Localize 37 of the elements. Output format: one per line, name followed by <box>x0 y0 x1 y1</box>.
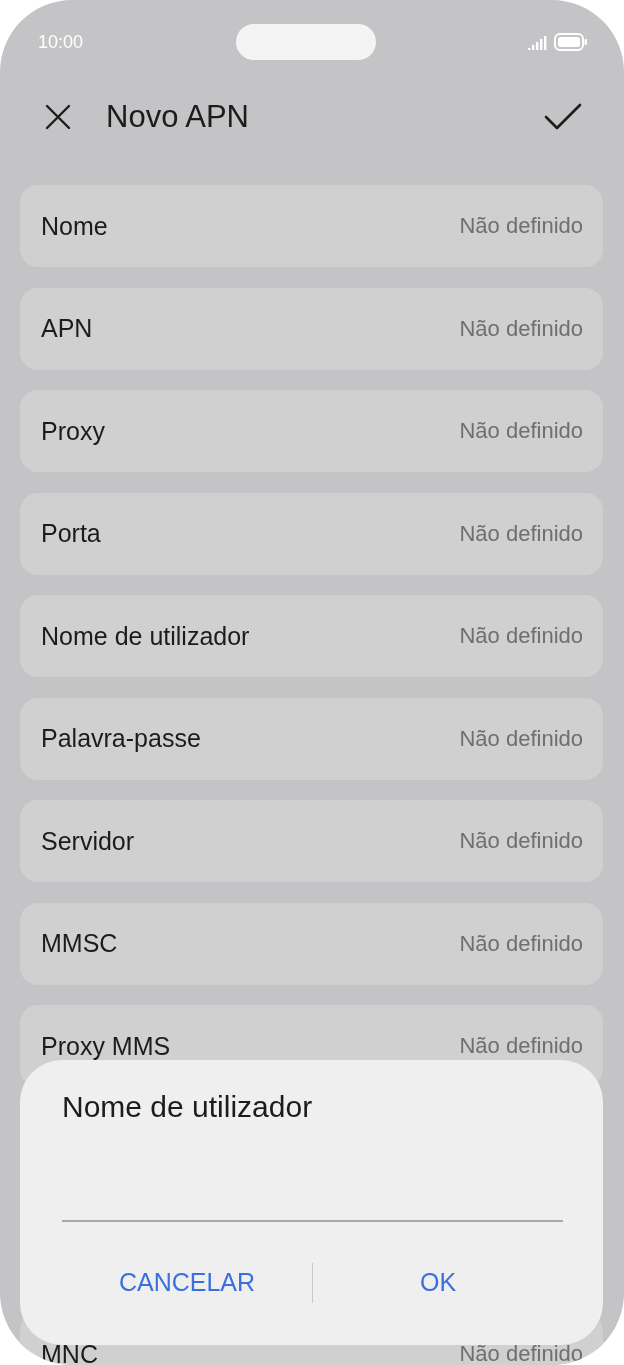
check-icon[interactable] <box>544 103 582 131</box>
setting-label: Proxy <box>41 416 105 446</box>
setting-value: Não definido <box>459 418 583 444</box>
setting-label: MMSC <box>41 929 118 958</box>
setting-label: Servidor <box>41 826 135 856</box>
setting-label: Nome de utilizador <box>41 621 250 651</box>
setting-value: Não definido <box>459 315 583 342</box>
setting-value: Não definido <box>459 828 583 854</box>
setting-value: Não definido <box>459 725 583 752</box>
setting-value: Não definido <box>459 520 583 547</box>
setting-label: Nome <box>41 211 108 241</box>
setting-row[interactable]: Porta Não definido <box>20 492 603 575</box>
setting-label: Palavra-passe <box>41 724 201 753</box>
setting-row[interactable]: Servidor Não definido <box>20 800 603 882</box>
battery-icon <box>554 33 588 51</box>
setting-row[interactable]: Nome de utilizador Não definido <box>20 595 603 677</box>
setting-row[interactable]: Palavra-passe Não definido <box>20 697 603 780</box>
dialog-title: Nome de utilizador <box>62 1090 314 1124</box>
setting-value: Não definido <box>459 623 583 649</box>
signal-icon <box>528 34 548 50</box>
cancel-button[interactable]: CANCELAR <box>62 1262 312 1303</box>
setting-value: Não definido <box>459 213 583 239</box>
setting-row[interactable]: APN Não definido <box>20 287 603 370</box>
setting-label: APN <box>41 314 93 343</box>
status-time: 10:00 <box>38 31 84 53</box>
setting-row[interactable]: Nome Não definido <box>20 185 603 267</box>
page-title: Novo APN <box>106 99 250 135</box>
setting-value: Não definido <box>459 1033 583 1059</box>
setting-value: Não definido <box>459 1341 583 1365</box>
setting-value: Não definido <box>459 930 583 957</box>
setting-row[interactable]: MMSC Não definido <box>20 902 603 985</box>
setting-label: Porta <box>41 519 101 548</box>
setting-label: Proxy MMS <box>41 1031 171 1061</box>
close-icon[interactable] <box>44 103 72 131</box>
setting-row[interactable]: Proxy Não definido <box>20 390 603 472</box>
setting-label: MNC <box>41 1339 98 1365</box>
ok-button[interactable]: OK <box>313 1262 563 1303</box>
